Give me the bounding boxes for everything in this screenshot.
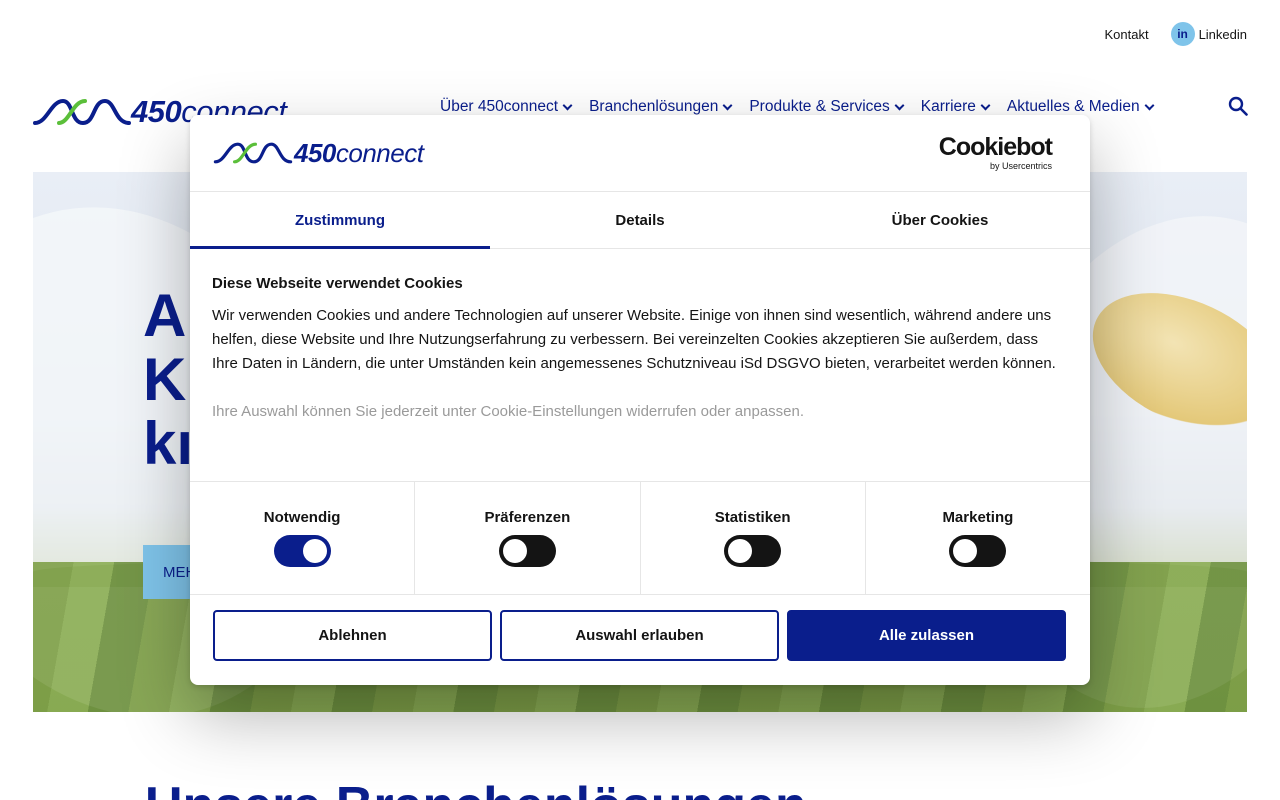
- tab-zustimmung[interactable]: Zustimmung: [190, 192, 490, 249]
- linkedin-link[interactable]: in Linkedin: [1170, 22, 1247, 46]
- linkedin-label: Linkedin: [1198, 26, 1247, 42]
- top-bar: Kontakt in Linkedin: [1104, 22, 1247, 46]
- chevron-down-icon: [722, 100, 733, 110]
- nav-item-ueber[interactable]: Über 450connect: [440, 98, 573, 116]
- nav-item-karriere[interactable]: Karriere: [921, 98, 991, 116]
- toggle-label: Statistiken: [714, 509, 791, 526]
- dialog-heading: Diese Webseite verwendet Cookies: [212, 275, 463, 292]
- toggle-praeferenzen[interactable]: [498, 535, 556, 567]
- toggle-knob: [502, 539, 527, 563]
- cookie-consent-dialog: 450connect Cookiebot by Usercentrics Zus…: [190, 115, 1090, 685]
- dialog-tabs: Zustimmung Details Über Cookies: [190, 192, 1090, 249]
- dialog-header: 450connect Cookiebot by Usercentrics: [190, 115, 1090, 192]
- hero-heading: A K kı: [143, 282, 194, 477]
- section-title: Unsere Branchenlösungen: [145, 776, 807, 800]
- consent-toggles: Notwendig Präferenzen Statistiken Market…: [190, 481, 1090, 595]
- chevron-down-icon: [894, 100, 905, 110]
- search-icon[interactable]: [1228, 96, 1248, 116]
- nav-item-branchenloesungen[interactable]: Branchenlösungen: [589, 98, 733, 116]
- toggle-group-marketing: Marketing: [866, 482, 1090, 594]
- toggle-statistiken[interactable]: [724, 535, 782, 567]
- contact-link[interactable]: Kontakt: [1104, 27, 1148, 42]
- chevron-down-icon: [1144, 100, 1155, 110]
- dialog-logo: 450connect: [212, 137, 424, 169]
- allow-all-button[interactable]: Alle zulassen: [787, 610, 1066, 661]
- logo-wave-icon: [33, 98, 131, 126]
- logo-wave-icon: [213, 142, 293, 164]
- allow-selection-button[interactable]: Auswahl erlauben: [500, 610, 779, 661]
- toggle-label: Notwendig: [263, 509, 341, 526]
- dialog-actions: Ablehnen Auswahl erlauben Alle zulassen: [190, 595, 1090, 661]
- logo-wordmark: 450connect: [294, 137, 424, 168]
- linkedin-icon: in: [1170, 22, 1195, 46]
- toggle-notwendig[interactable]: [273, 535, 331, 567]
- chevron-down-icon: [562, 100, 573, 110]
- dialog-body: Diese Webseite verwendet Cookies Wir ver…: [190, 249, 1090, 481]
- tab-details[interactable]: Details: [490, 192, 790, 248]
- toggle-label: Präferenzen: [484, 509, 571, 526]
- main-nav: Über 450connect Branchenlösungen Produkt…: [440, 98, 1171, 116]
- dialog-paragraph-revoke: Ihre Auswahl können Sie jederzeit unter …: [212, 403, 805, 420]
- contact-label: Kontakt: [1104, 26, 1149, 42]
- toggle-group-notwendig: Notwendig: [190, 482, 416, 594]
- toggle-knob: [953, 539, 978, 563]
- dialog-paragraph: Wir verwenden Cookies und andere Technol…: [212, 307, 1056, 372]
- toggle-label: Marketing: [942, 509, 1014, 526]
- toggle-marketing[interactable]: [949, 535, 1007, 567]
- toggle-knob: [302, 539, 327, 563]
- decline-button[interactable]: Ablehnen: [213, 610, 492, 661]
- nav-item-produkte[interactable]: Produkte & Services: [749, 98, 905, 116]
- chevron-down-icon: [980, 100, 991, 110]
- tab-ueber-cookies[interactable]: Über Cookies: [790, 192, 1090, 248]
- cookiebot-logo[interactable]: Cookiebot by Usercentrics: [939, 135, 1053, 171]
- nav-item-aktuelles[interactable]: Aktuelles & Medien: [1007, 98, 1155, 116]
- toggle-group-statistiken: Statistiken: [641, 482, 866, 594]
- toggle-group-praeferenzen: Präferenzen: [415, 482, 641, 594]
- toggle-knob: [728, 539, 753, 563]
